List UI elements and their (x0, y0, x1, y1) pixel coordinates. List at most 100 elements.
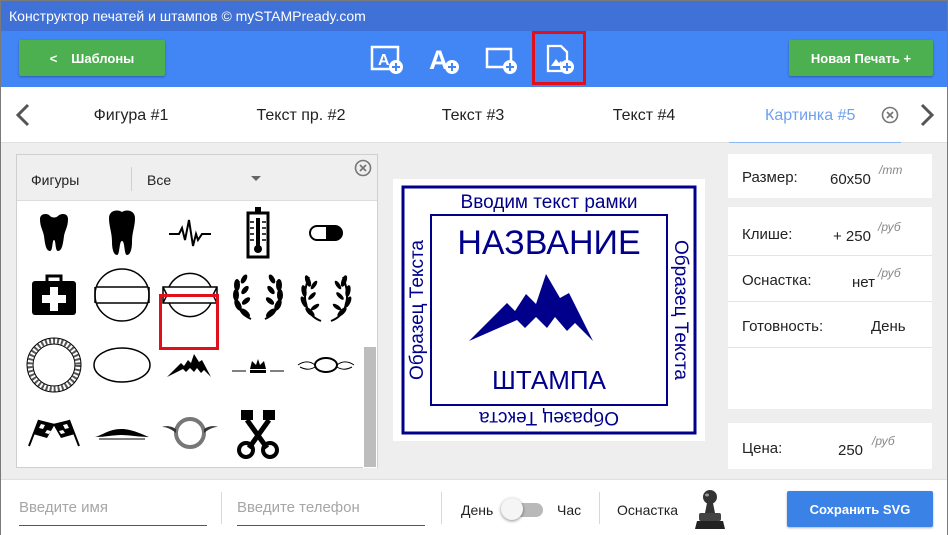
shape-item[interactable] (157, 402, 223, 464)
shape-item[interactable] (225, 264, 291, 326)
work-area: Фигуры Все Вводим текст рамки Образец Те… (1, 143, 947, 479)
mount-value: нет (852, 274, 875, 291)
shape-item[interactable] (89, 202, 155, 264)
price-unit: /руб (872, 434, 895, 448)
ready-value: День (871, 318, 906, 335)
pill-icon (309, 225, 343, 241)
ellipse-icon (93, 347, 151, 383)
add-shape-icon (485, 47, 517, 74)
shape-item[interactable] (293, 334, 359, 396)
cliche-row: Клише: + 250 /руб (728, 211, 932, 253)
close-icon[interactable] (354, 159, 372, 177)
stamp-subtitle: ШТАМПА (492, 365, 607, 395)
templates-button[interactable]: < Шаблоны (19, 40, 165, 76)
tab-image-5[interactable]: Картинка #5 (729, 87, 901, 144)
svg-text:A: A (378, 52, 390, 69)
mount-label: Оснастка: (742, 272, 812, 289)
templates-label: Шаблоны (71, 50, 135, 66)
first-aid-kit-icon (32, 274, 76, 315)
stamp-mount-icon[interactable] (693, 488, 727, 532)
divider (221, 492, 222, 524)
phone-field (237, 490, 425, 526)
stamp-mountain-image[interactable] (469, 274, 593, 341)
add-text-frame-icon: A (370, 45, 403, 74)
thermometer-icon (246, 207, 270, 259)
shape-item[interactable] (89, 264, 155, 326)
save-svg-button[interactable]: Сохранить SVG (787, 491, 933, 527)
tab-text-4[interactable]: Текст #4 (589, 87, 699, 143)
close-icon[interactable] (881, 106, 899, 124)
tab-text-3[interactable]: Текст #3 (419, 87, 527, 143)
phone-input[interactable] (237, 490, 425, 524)
cliche-label: Клише: (742, 226, 793, 243)
new-stamp-button[interactable]: Новая Печать + (789, 40, 933, 76)
add-text-icon: A (429, 45, 459, 75)
element-tabs: Фигура #1 Текст пр. #2 Текст #3 Текст #4… (1, 87, 947, 144)
shape-item[interactable] (293, 202, 359, 264)
shape-item[interactable] (89, 334, 155, 396)
window-title: Конструктор печатей и штампов © mySTAMPr… (1, 1, 947, 31)
divider (728, 347, 932, 348)
rope-wreath-icon (26, 337, 82, 393)
filter-select[interactable]: Все (147, 172, 171, 188)
tool-highlight-frame (532, 31, 586, 85)
mountain-icon (167, 354, 211, 377)
stamp-top-text: Вводим текст рамки (461, 192, 638, 213)
crossed-pistons-icon (237, 410, 279, 459)
crown-ornament-icon (232, 359, 284, 373)
scrollbar-thumb[interactable] (364, 347, 376, 467)
mount-unit: /руб (878, 266, 901, 280)
shapes-panel: Фигуры Все (16, 154, 378, 468)
toggle-knob (501, 498, 523, 520)
checkered-flags-icon (28, 419, 80, 447)
tab-text-2[interactable]: Текст пр. #2 (241, 87, 361, 143)
size-panel: Размер: 60x50 /mm (728, 154, 932, 198)
cliche-value: + 250 (833, 228, 871, 245)
category-label: Фигуры (31, 172, 80, 188)
shape-item[interactable] (225, 202, 291, 264)
name-field (19, 490, 207, 526)
app-window: Конструктор печатей и штампов © mySTAMPr… (0, 0, 948, 535)
divider (728, 255, 932, 256)
header-divider (131, 167, 132, 191)
oval-ornament-icon (297, 357, 355, 373)
stamp-left-text: Образец Текста (407, 240, 428, 380)
add-text-frame-button[interactable]: A (369, 41, 405, 77)
price-label: Цена: (742, 440, 783, 457)
selected-shape-highlight (159, 294, 219, 350)
shape-item[interactable] (293, 264, 359, 326)
svg-text:A: A (429, 45, 449, 75)
name-input[interactable] (19, 490, 207, 524)
shape-item[interactable] (21, 334, 87, 396)
tab-shape-1[interactable]: Фигура #1 (69, 87, 193, 143)
shape-item[interactable] (225, 334, 291, 396)
stamp-canvas[interactable]: Вводим текст рамки Образец Текста Образе… (393, 179, 705, 441)
divider (599, 492, 600, 524)
ready-label: Готовность: (742, 318, 824, 335)
add-shape-button[interactable] (483, 41, 519, 77)
divider (728, 301, 932, 302)
tab-image-5-label: Картинка #5 (765, 107, 856, 124)
size-unit: /mm (879, 163, 903, 177)
main-toolbar: < Шаблоны A A Новая Печать + (1, 31, 947, 87)
car-silhouette-icon (95, 429, 149, 440)
tooth-icon (109, 210, 135, 255)
chevron-down-icon[interactable] (251, 176, 261, 181)
order-bar: День Час Оснастка Сохранить SVG (1, 479, 947, 535)
mount-row: Оснастка: нет /руб (728, 257, 932, 299)
shape-item[interactable] (157, 202, 223, 264)
shape-item[interactable] (21, 202, 87, 264)
shape-item[interactable] (89, 402, 155, 464)
day-hour-toggle[interactable] (501, 498, 545, 520)
price-panel: Цена: 250 /руб (728, 423, 932, 469)
chevron-right-icon[interactable] (915, 101, 939, 129)
toggle-day-label: День (461, 502, 494, 518)
size-value: 60x50 (830, 171, 871, 188)
add-text-button[interactable]: A (426, 41, 462, 77)
stamp-right-text: Образец Текста (670, 240, 691, 380)
shape-item[interactable] (21, 264, 87, 326)
shape-item[interactable] (21, 402, 87, 464)
divider (441, 492, 442, 524)
shape-item[interactable] (225, 402, 291, 464)
chevron-left-icon[interactable] (11, 101, 35, 129)
